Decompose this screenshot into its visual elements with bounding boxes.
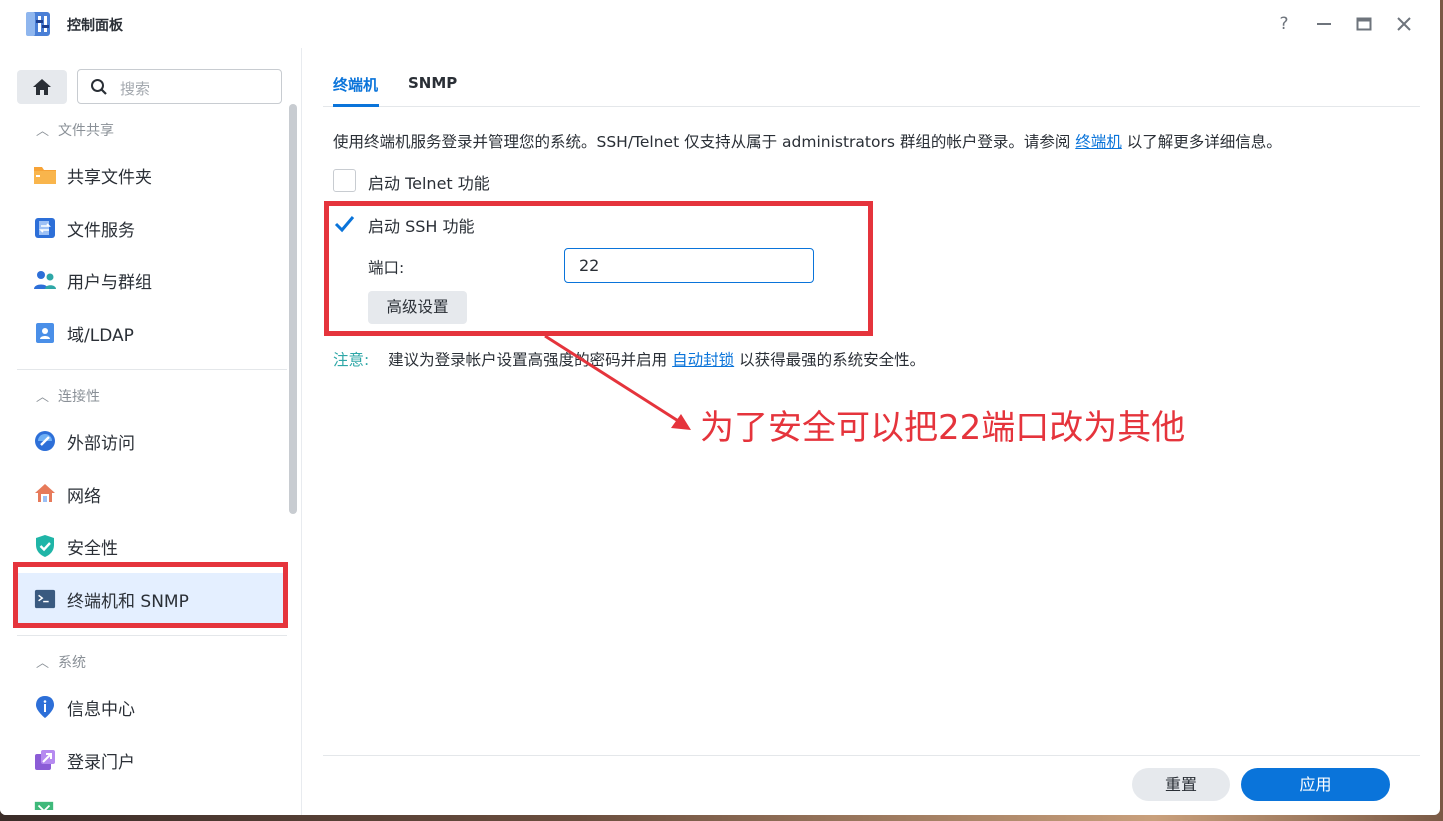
help-icon[interactable]: ?	[1272, 12, 1296, 36]
sidebar-item-domain-ldap[interactable]: 域/LDAP	[17, 307, 287, 359]
apply-button[interactable]: 应用	[1241, 768, 1390, 801]
sidebar-scrollbar[interactable]	[289, 104, 297, 514]
maximize-icon[interactable]	[1352, 12, 1376, 36]
telnet-checkbox[interactable]	[333, 169, 356, 192]
sidebar-item-login-portal[interactable]: 登录门户	[17, 734, 287, 786]
chevron-up-icon: ︿	[36, 124, 50, 139]
sidebar-item-shared-folder[interactable]: 共享文件夹	[17, 149, 287, 201]
sidebar-item-network[interactable]: 网络	[17, 468, 287, 520]
external-access-icon	[35, 431, 55, 451]
annotation-arrow	[544, 334, 691, 430]
section-divider	[17, 369, 287, 370]
active-tab-indicator	[333, 104, 379, 107]
terminal-help-link[interactable]: 终端机	[1075, 133, 1122, 151]
sidebar-item-file-services[interactable]: 文件服务	[17, 202, 287, 254]
control-panel-window: 控制面板 ? 搜索 ︿ 文件共享 共享文件夹 文件服务 用户与群组 域/LDAP…	[0, 0, 1440, 815]
search-placeholder: 搜索	[120, 80, 151, 98]
sidebar-item-external-access[interactable]: 外部访问	[17, 415, 287, 467]
main-panel: 终端机 SNMP 使用终端机服务登录并管理您的系统。SSH/Telnet 仅支持…	[303, 48, 1440, 815]
control-panel-app-icon	[26, 12, 50, 36]
partially-hidden-sidebar-icon	[33, 800, 55, 810]
minimize-icon[interactable]	[1312, 12, 1336, 36]
footer-divider	[323, 755, 1420, 756]
users-groups-icon	[34, 271, 56, 289]
search-icon	[91, 79, 107, 95]
section-header-system[interactable]: ︿ 系统	[36, 652, 86, 672]
search-input[interactable]: 搜索	[77, 69, 282, 104]
tab-bar: 终端机 SNMP	[323, 48, 1420, 107]
info-center-icon	[36, 696, 54, 718]
home-button[interactable]	[17, 70, 67, 104]
sidebar-item-users-groups[interactable]: 用户与群组	[17, 254, 287, 306]
section-header-file-sharing[interactable]: ︿ 文件共享	[36, 120, 114, 140]
shared-folder-icon	[34, 167, 56, 184]
annotation-text: 为了安全可以把22端口改为其他	[700, 408, 1186, 448]
reset-button[interactable]: 重置	[1132, 768, 1230, 801]
home-icon	[33, 79, 51, 95]
note-label: 注意:	[333, 351, 370, 369]
terminal-description: 使用终端机服务登录并管理您的系统。SSH/Telnet 仅支持从属于 admin…	[333, 133, 1282, 151]
sidebar: 搜索 ︿ 文件共享 共享文件夹 文件服务 用户与群组 域/LDAP ︿ 连接性 …	[0, 48, 302, 815]
sidebar-item-info-center[interactable]: 信息中心	[17, 681, 287, 733]
window-title: 控制面板	[67, 18, 123, 34]
highlight-box-sidebar	[13, 562, 288, 628]
highlight-box-ssh	[324, 201, 873, 336]
section-divider	[17, 635, 287, 636]
telnet-label: 启动 Telnet 功能	[368, 174, 490, 193]
tab-snmp[interactable]: SNMP	[408, 74, 457, 92]
section-header-connectivity[interactable]: ︿ 连接性	[36, 386, 100, 406]
login-portal-icon	[35, 750, 55, 770]
tab-terminal[interactable]: 终端机	[333, 74, 378, 95]
network-icon	[35, 484, 55, 502]
title-bar: 控制面板 ?	[0, 0, 1440, 48]
close-icon[interactable]	[1392, 12, 1416, 36]
chevron-up-icon: ︿	[36, 390, 50, 405]
file-services-icon	[35, 218, 55, 238]
security-shield-icon	[36, 535, 54, 557]
domain-ldap-icon	[36, 323, 54, 343]
chevron-up-icon: ︿	[36, 656, 50, 671]
